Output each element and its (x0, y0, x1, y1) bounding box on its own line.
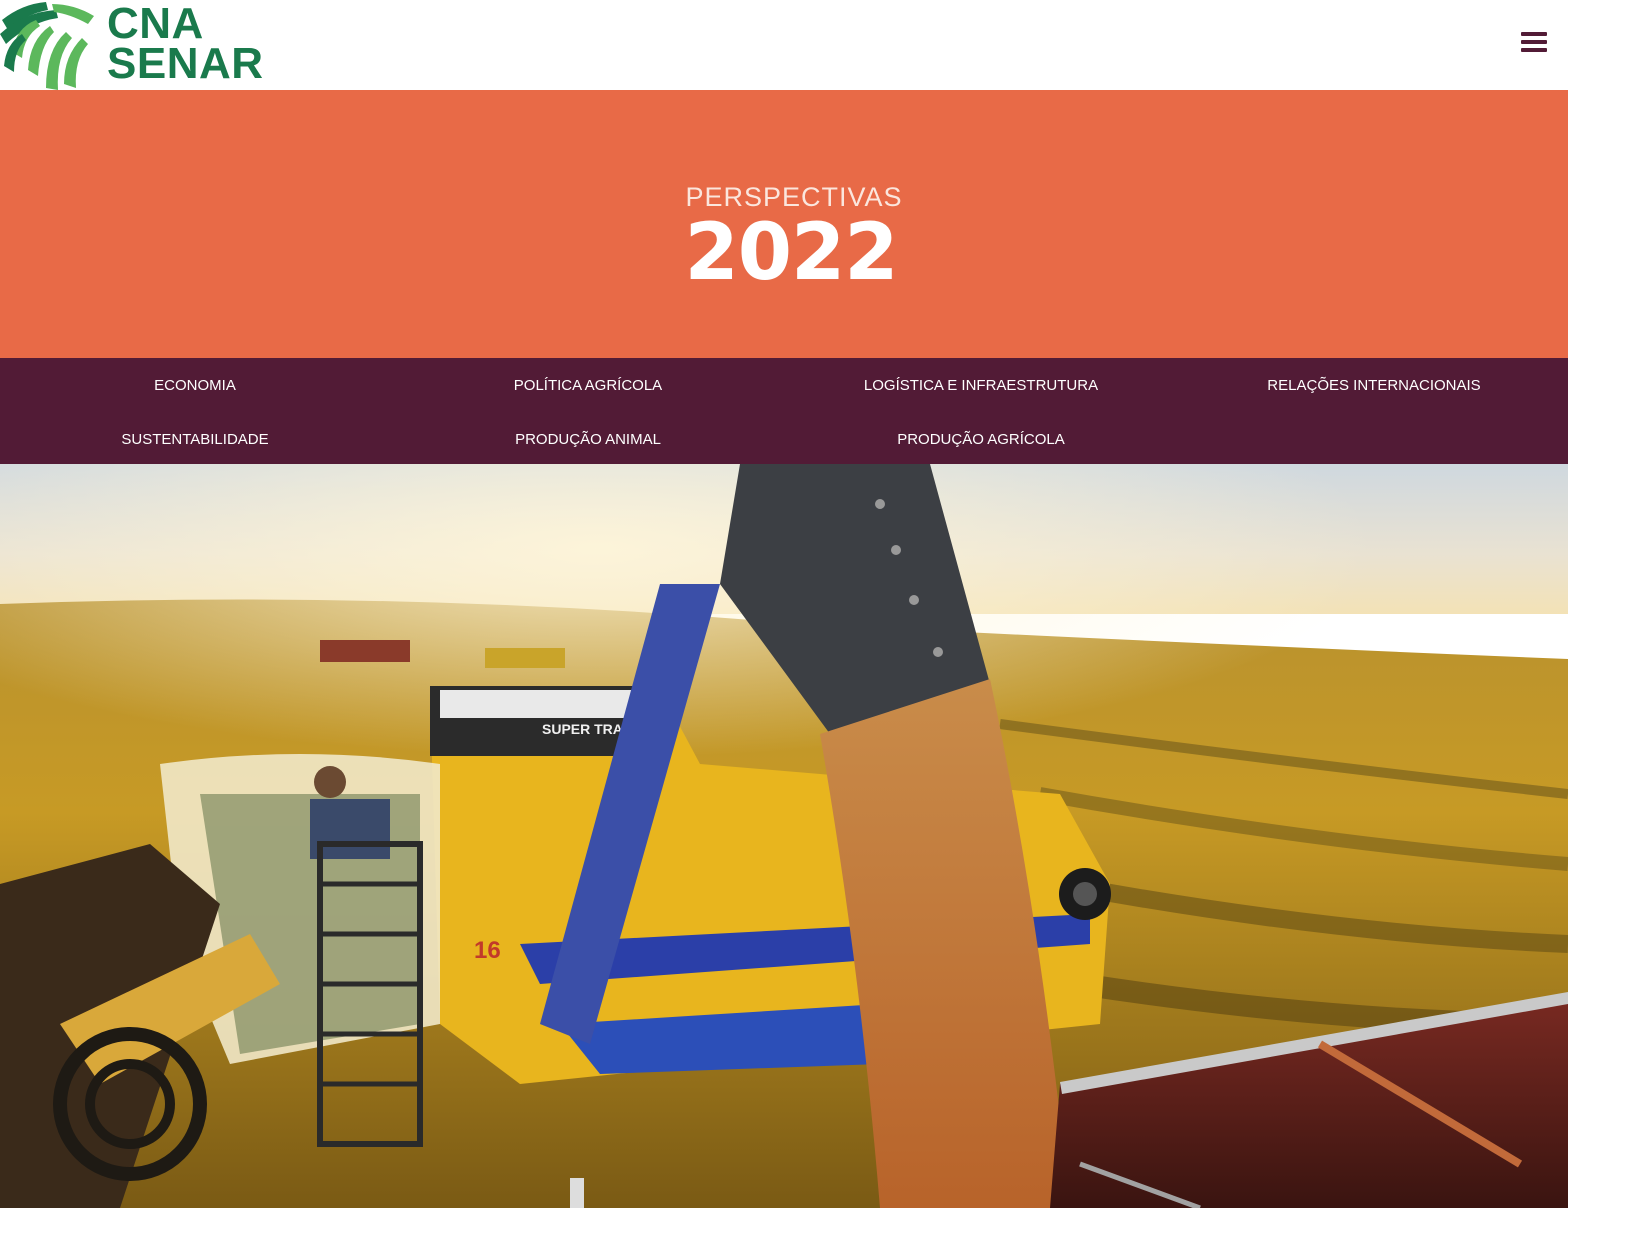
hamburger-menu-icon (1521, 32, 1547, 52)
hero-photo-harvester: SUPER TRATORES 16 (0, 464, 1568, 1208)
logo-line-cna: CNA (107, 0, 204, 48)
machine-number-label: 16 (474, 937, 501, 964)
nav-item-relacoes-internacionais[interactable]: RELAÇÕES INTERNACIONAIS (1179, 377, 1568, 394)
cna-senar-logo[interactable]: CNA SENAR (0, 0, 263, 90)
logo-wordmark: CNA SENAR (107, 0, 264, 88)
hamburger-menu-button[interactable] (1520, 28, 1548, 56)
logo-leaf-icon (0, 2, 94, 90)
hero-year: 2022 (684, 208, 898, 298)
nav-item-economia[interactable]: ECONOMIA (0, 377, 390, 394)
nav-item-logistica-infraestrutura[interactable]: LOGÍSTICA E INFRAESTRUTURA (786, 377, 1176, 394)
nav-item-sustentabilidade[interactable]: SUSTENTABILIDADE (0, 431, 390, 448)
nav-item-politica-agricola[interactable]: POLÍTICA AGRÍCOLA (393, 377, 783, 394)
site-header: CNA SENAR (0, 0, 1568, 90)
logo-line-senar: SENAR (107, 39, 264, 88)
page: CNA SENAR PERSPECTIVAS 2022 ECONOMIA POL… (0, 0, 1568, 1208)
section-nav: ECONOMIA POLÍTICA AGRÍCOLA LOGÍSTICA E I… (0, 358, 1568, 464)
harvester-photo-image: SUPER TRATORES 16 (0, 464, 1568, 1208)
hero-banner: PERSPECTIVAS 2022 (0, 90, 1568, 358)
nav-item-producao-animal[interactable]: PRODUÇÃO ANIMAL (393, 431, 783, 448)
nav-item-producao-agricola[interactable]: PRODUÇÃO AGRÍCOLA (786, 431, 1176, 448)
